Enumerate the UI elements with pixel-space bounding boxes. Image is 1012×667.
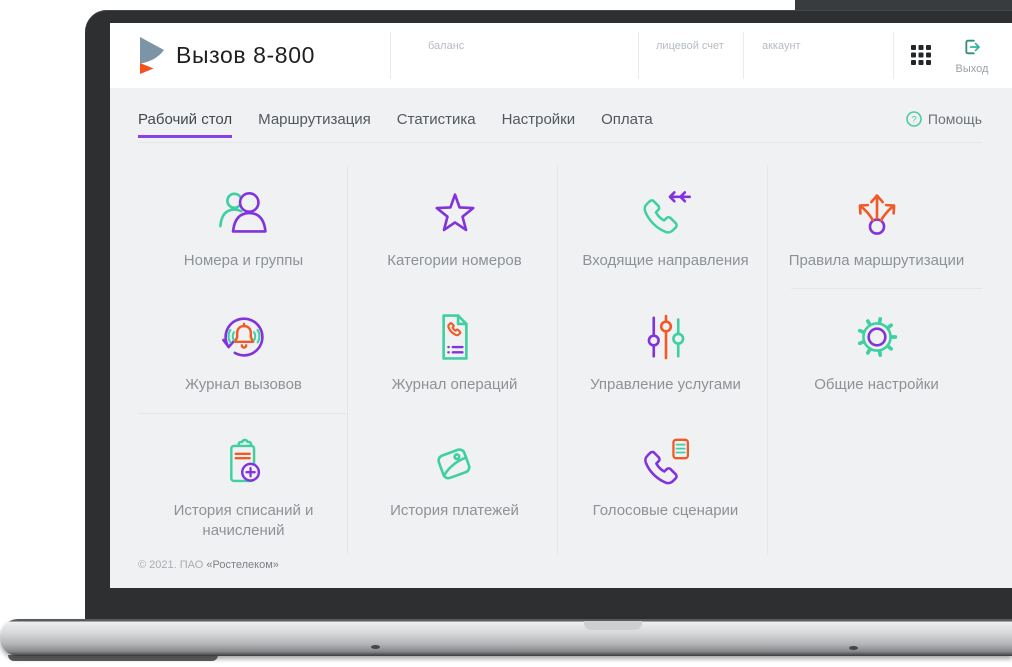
header-divider: [893, 32, 894, 79]
app-title: Вызов 8-800: [176, 42, 315, 68]
users-icon: [216, 185, 272, 241]
help-button[interactable]: ? Помощь: [906, 111, 982, 127]
question-circle-icon: ?: [906, 111, 922, 127]
tile-number-categories[interactable]: Категории номеров: [349, 165, 560, 289]
tab-payment[interactable]: Оплата: [601, 111, 653, 138]
laptop-base-screw: [849, 646, 858, 650]
tab-routing[interactable]: Маршрутизация: [258, 111, 371, 138]
grid-divider: [557, 165, 558, 555]
laptop-latch-notch: [584, 621, 642, 630]
logout-label: Выход: [955, 63, 989, 75]
help-label: Помощь: [927, 111, 982, 127]
copyright-prefix: © 2021. ПАО: [138, 559, 207, 571]
tile-empty: [771, 415, 982, 555]
tab-desktop[interactable]: Рабочий стол: [138, 111, 233, 138]
nav-tabs: Рабочий стол Маршрутизация Статистика На…: [138, 111, 653, 138]
tile-operations-log[interactable]: Журнал операций: [349, 289, 560, 415]
grid-divider: [767, 165, 768, 555]
tile-routing-rules[interactable]: Правила маршрутизации: [771, 165, 982, 289]
tile-charges-history[interactable]: История списаний и начислений: [138, 415, 349, 555]
star-icon: [427, 185, 483, 241]
dashboard-grid: Номера и группы Категории номеров Входящ…: [138, 165, 982, 555]
grid-divider: [791, 288, 982, 289]
svg-text:?: ?: [911, 114, 916, 125]
tile-call-log[interactable]: Журнал вызовов: [138, 289, 349, 415]
laptop-base: [0, 619, 1012, 656]
copyright-company: «Ростелеком»: [206, 559, 279, 571]
call-log-icon: [216, 309, 272, 365]
grid-divider: [138, 413, 347, 414]
laptop-base-screw: [371, 645, 380, 649]
operations-log-icon: [427, 309, 483, 365]
nav-separator: [138, 142, 982, 143]
gear-icon: [849, 309, 905, 365]
laptop-mockup: Вызов 8-800 баланс лицевой счет аккаунт: [0, 0, 1012, 667]
personal-account-label: лицевой счет: [656, 40, 724, 52]
laptop-base-foot: [8, 655, 218, 661]
incoming-call-icon: [638, 185, 694, 241]
header-divider: [390, 32, 391, 79]
tile-incoming-directions[interactable]: Входящие направления: [560, 165, 771, 289]
tile-general-settings[interactable]: Общие настройки: [771, 289, 982, 415]
tab-settings[interactable]: Настройки: [502, 111, 576, 138]
tile-voice-scenarios[interactable]: Голосовые сценарии: [560, 415, 771, 555]
header-divider: [638, 32, 639, 79]
logout-button[interactable]: Выход: [946, 38, 998, 75]
routing-arrows-icon: [849, 185, 905, 241]
grid-divider: [347, 165, 348, 555]
tab-statistics[interactable]: Статистика: [397, 111, 476, 138]
header-divider: [743, 32, 744, 79]
rostelecom-logo: [140, 37, 164, 74]
copyright: © 2021. ПАО «Ростелеком»: [138, 559, 279, 571]
payments-history-icon: [427, 435, 483, 491]
charges-history-icon: [216, 435, 272, 491]
balance-label: баланс: [428, 40, 465, 52]
account-label: аккаунт: [762, 40, 801, 52]
tile-service-management[interactable]: Управление услугами: [560, 289, 771, 415]
laptop-screen: Вызов 8-800 баланс лицевой счет аккаунт: [110, 23, 1012, 588]
apps-grid-icon[interactable]: [910, 44, 932, 66]
voice-scenarios-icon: [638, 435, 694, 491]
sliders-icon: [638, 309, 694, 365]
tile-numbers-groups[interactable]: Номера и группы: [138, 165, 349, 289]
logout-icon: [965, 39, 980, 55]
app-header: Вызов 8-800 баланс лицевой счет аккаунт: [110, 23, 1012, 88]
tile-payments-history[interactable]: История платежей: [349, 415, 560, 555]
